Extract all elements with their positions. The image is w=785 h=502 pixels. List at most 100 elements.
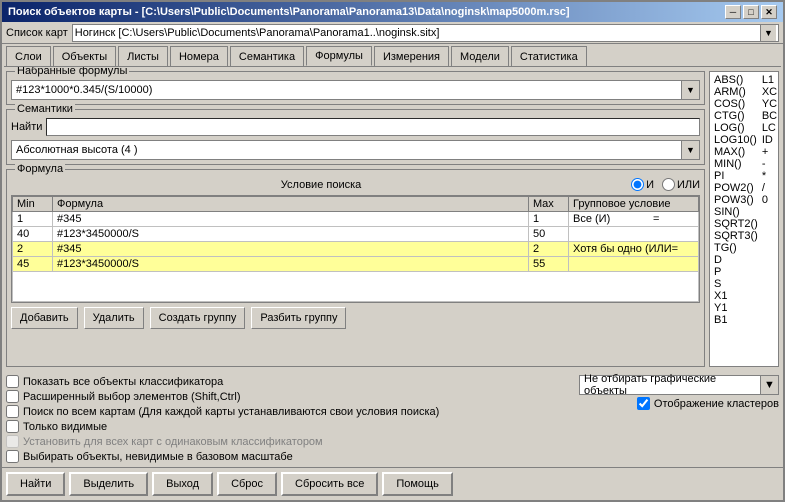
- titlebar: Поиск объектов карты - [C:\Users\Public\…: [2, 2, 783, 22]
- exit-button[interactable]: Выход: [152, 472, 213, 496]
- table-row[interactable]: 2 #345 2 Хотя бы одно (ИЛИ=: [13, 242, 699, 257]
- func-sin-key: [760, 206, 779, 218]
- table-row[interactable]: 40 #123*3450000/S 50: [13, 227, 699, 242]
- cell-condition: [569, 257, 699, 272]
- cell-min: 45: [13, 257, 53, 272]
- tab-formuly[interactable]: Формулы: [306, 46, 372, 66]
- checkbox-set-all-label: Установить для всех карт с одинаковым кл…: [23, 436, 323, 448]
- func-log10[interactable]: LOG10(): [712, 134, 760, 146]
- func-arm[interactable]: ARM(): [712, 86, 760, 98]
- func-x1[interactable]: X1: [712, 290, 760, 302]
- radio-and[interactable]: И: [631, 178, 654, 191]
- func-min[interactable]: MIN(): [712, 158, 760, 170]
- func-min-key: -: [760, 158, 779, 170]
- no-select-combo[interactable]: Не отбирать графические объекты ▼: [579, 375, 779, 395]
- listbar-combo[interactable]: Ногинск [C:\Users\Public\Documents\Panor…: [72, 24, 779, 42]
- checkbox-visible-only[interactable]: [6, 420, 19, 433]
- help-button[interactable]: Помощь: [382, 472, 453, 496]
- func-pow2[interactable]: POW2(): [712, 182, 760, 194]
- create-group-button[interactable]: Создать группу: [150, 307, 246, 329]
- checkbox-row-6: Выбирать объекты, невидимые в базовом ма…: [6, 450, 571, 463]
- tab-izmereniya[interactable]: Измерения: [374, 46, 449, 66]
- saved-formulas-combo[interactable]: #123*1000*0.345/(S/10000) ▼: [11, 80, 700, 100]
- cell-max: 55: [529, 257, 569, 272]
- formula-group-label: Формула: [15, 163, 65, 175]
- tab-semantika[interactable]: Семантика: [230, 46, 304, 66]
- functions-panel: ABS() L1 ARM() XC COS() YC CTG() BC LOG(…: [709, 71, 779, 367]
- maximize-button[interactable]: □: [743, 5, 759, 19]
- func-pi[interactable]: PI: [712, 170, 760, 182]
- col-max: Max: [529, 197, 569, 212]
- checkbox-invisible[interactable]: [6, 450, 19, 463]
- func-pow3[interactable]: POW3(): [712, 194, 760, 206]
- delete-button[interactable]: Удалить: [84, 307, 144, 329]
- find-button[interactable]: Найти: [6, 472, 65, 496]
- radio-or-input[interactable]: [662, 178, 675, 191]
- formula-header: Условие поиска И ИЛИ: [11, 178, 700, 191]
- reset-button[interactable]: Сброс: [217, 472, 277, 496]
- listbar-combo-dropdown-icon[interactable]: ▼: [760, 25, 776, 41]
- tab-sloi[interactable]: Слои: [6, 46, 51, 66]
- semantics-label: Семантики: [15, 103, 75, 115]
- table-row[interactable]: 1 #345 1 Все (И) =: [13, 212, 699, 227]
- radio-or[interactable]: ИЛИ: [662, 178, 700, 191]
- func-log[interactable]: LOG(): [712, 122, 760, 134]
- cluster-label: Отображение кластеров: [654, 398, 779, 410]
- cell-max: 2: [529, 242, 569, 257]
- checkbox-row-5: Установить для всех карт с одинаковым кл…: [6, 435, 571, 448]
- table-row[interactable]: 45 #123*3450000/S 55: [13, 257, 699, 272]
- func-b1[interactable]: B1: [712, 314, 760, 326]
- tab-nomera[interactable]: Номера: [170, 46, 228, 66]
- tab-listy[interactable]: Листы: [118, 46, 168, 66]
- semantics-combo[interactable]: Абсолютная высота (4 ) ▼: [11, 140, 700, 160]
- main-window: Поиск объектов карты - [C:\Users\Public\…: [0, 0, 785, 502]
- cell-min: 40: [13, 227, 53, 242]
- tab-statistika[interactable]: Статистика: [511, 46, 587, 66]
- func-sqrt2[interactable]: SQRT2(): [712, 218, 760, 230]
- semantics-find-row: Найти: [11, 118, 700, 136]
- func-sqrt2-key: [760, 218, 779, 230]
- func-s[interactable]: S: [712, 278, 760, 290]
- reset-all-button[interactable]: Сбросить все: [281, 472, 378, 496]
- func-sin[interactable]: SIN(): [712, 206, 760, 218]
- radio-or-label: ИЛИ: [677, 179, 700, 191]
- checkbox-extended[interactable]: [6, 390, 19, 403]
- cell-formula: #123*3450000/S: [53, 227, 529, 242]
- cell-condition: [569, 227, 699, 242]
- bottom-right: Не отбирать графические объекты ▼ Отобра…: [579, 375, 779, 465]
- no-select-value: Не отбирать графические объекты: [580, 373, 760, 397]
- checkbox-show-all[interactable]: [6, 375, 19, 388]
- semantics-dropdown-icon[interactable]: ▼: [681, 141, 699, 159]
- formula-buttons-row: Добавить Удалить Создать группу Разбить …: [11, 303, 700, 333]
- checkbox-search-all[interactable]: [6, 405, 19, 418]
- tab-obekty[interactable]: Объекты: [53, 46, 116, 66]
- func-cos[interactable]: COS(): [712, 98, 760, 110]
- func-max[interactable]: MAX(): [712, 146, 760, 158]
- listbar: Список карт Ногинск [C:\Users\Public\Doc…: [2, 22, 783, 44]
- radio-and-input[interactable]: [631, 178, 644, 191]
- func-abs[interactable]: ABS(): [712, 74, 760, 86]
- split-group-button[interactable]: Разбить группу: [251, 307, 346, 329]
- func-sqrt3[interactable]: SQRT3(): [712, 230, 760, 242]
- saved-formulas-content: #123*1000*0.345/(S/10000) ▼: [11, 76, 700, 100]
- close-button[interactable]: ✕: [761, 5, 777, 19]
- checkbox-row-1: Показать все объекты классификатора: [6, 375, 571, 388]
- func-tg[interactable]: TG(): [712, 242, 760, 254]
- checkbox-row-3: Поиск по всем картам (Для каждой карты у…: [6, 405, 571, 418]
- find-input[interactable]: [46, 118, 700, 136]
- minimize-button[interactable]: ─: [725, 5, 741, 19]
- saved-formulas-dropdown-icon[interactable]: ▼: [681, 81, 699, 99]
- func-ctg[interactable]: CTG(): [712, 110, 760, 122]
- func-p[interactable]: P: [712, 266, 760, 278]
- checkbox-show-all-label: Показать все объекты классификатора: [23, 376, 223, 388]
- tab-modeli[interactable]: Модели: [451, 46, 509, 66]
- no-select-dropdown-icon[interactable]: ▼: [760, 376, 778, 394]
- func-y1[interactable]: Y1: [712, 302, 760, 314]
- cluster-checkbox[interactable]: [637, 397, 650, 410]
- func-b1-key: [760, 314, 779, 326]
- select-button[interactable]: Выделить: [69, 472, 148, 496]
- add-button[interactable]: Добавить: [11, 307, 78, 329]
- func-d[interactable]: D: [712, 254, 760, 266]
- listbar-label: Список карт: [6, 27, 68, 39]
- bottom-left: Показать все объекты классификатора Расш…: [6, 375, 571, 465]
